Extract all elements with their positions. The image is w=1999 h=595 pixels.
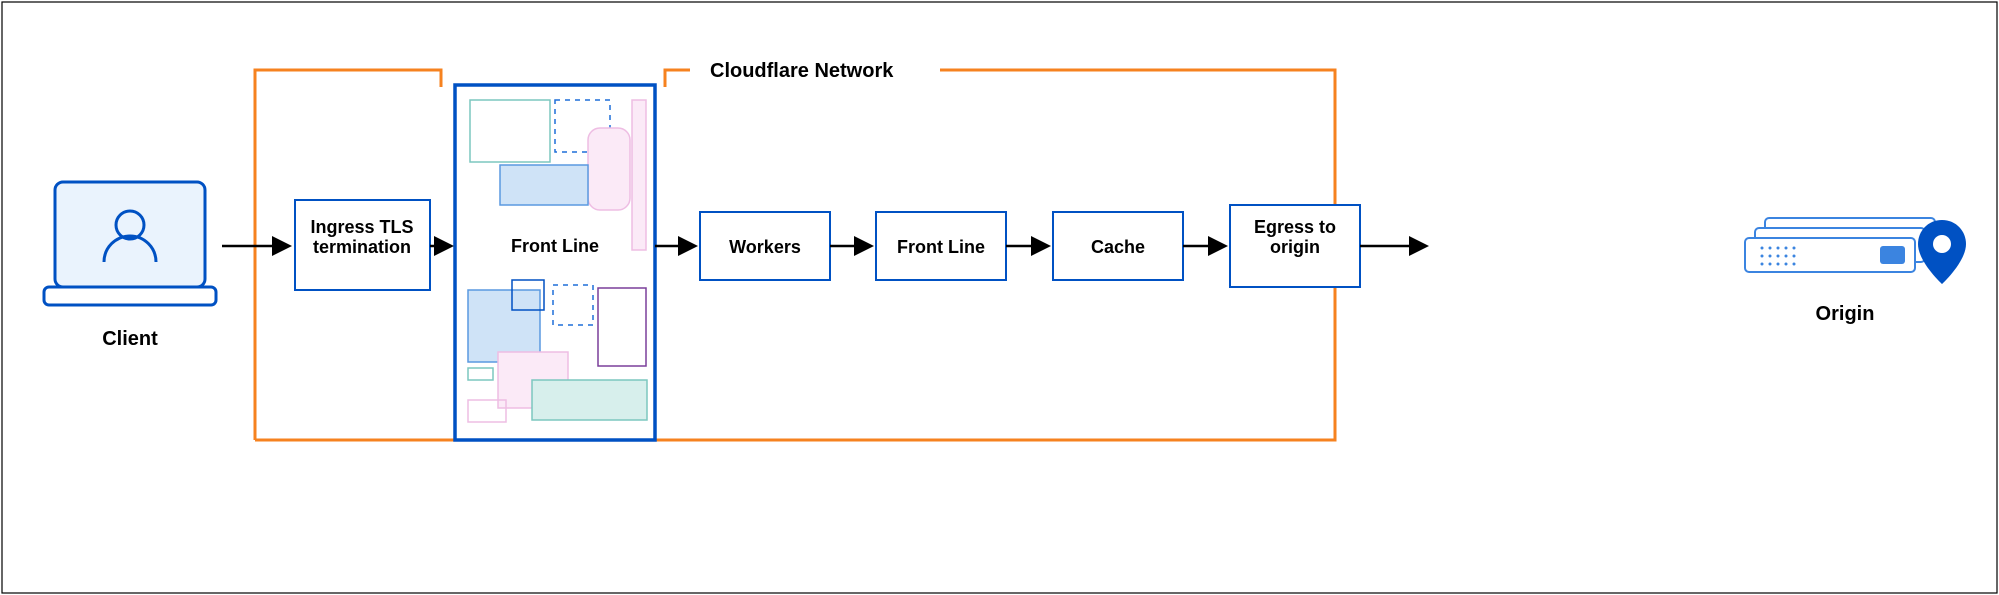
client-icon <box>44 182 216 305</box>
node-ingress: Ingress TLStermination <box>295 200 430 290</box>
node-frontline2: Front Line <box>876 212 1006 280</box>
node-cache: Cache <box>1053 212 1183 280</box>
node-frontline-detailed: Front Line <box>455 85 655 440</box>
origin-caption: Origin <box>1816 303 1875 325</box>
node-workers: Workers <box>700 212 830 280</box>
svg-text:Front Line: Front Line <box>897 237 985 257</box>
svg-text:Workers: Workers <box>729 237 801 257</box>
svg-text:Cache: Cache <box>1091 237 1145 257</box>
client-caption: Client <box>102 328 158 350</box>
origin-icon <box>1745 218 1966 284</box>
svg-text:Front Line: Front Line <box>511 236 599 256</box>
map-pin-icon <box>1918 220 1966 284</box>
architecture-diagram: Cloudflare Network Client Origi <box>0 0 1999 595</box>
svg-text:Ingress TLStermination: Ingress TLStermination <box>310 217 413 257</box>
node-egress: Egress toorigin <box>1230 205 1360 287</box>
network-label: Cloudflare Network <box>710 60 894 82</box>
